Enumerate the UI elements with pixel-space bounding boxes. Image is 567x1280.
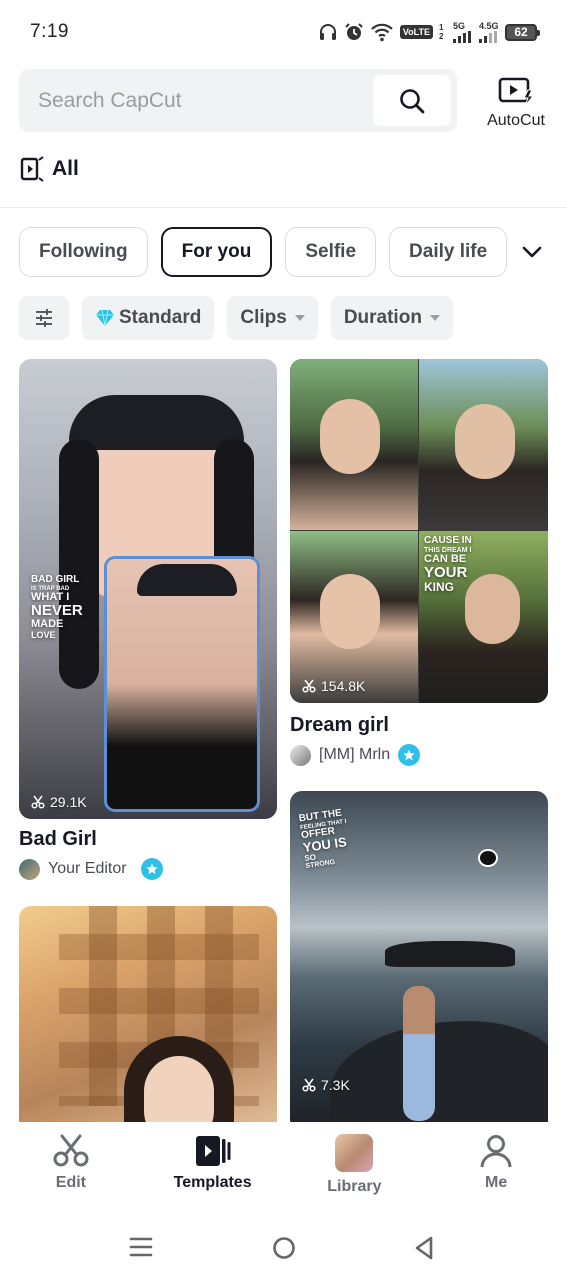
- nav-library[interactable]: Library: [284, 1122, 426, 1208]
- filter-bar: Standard Clips Duration: [19, 296, 453, 340]
- edit-scissors-icon: [53, 1134, 89, 1167]
- overlay-text: BAD GIRL IS TRAP BAD WHAT I NEVER MADE L…: [31, 574, 83, 640]
- photo-inset-bandana: [137, 564, 237, 596]
- sticker-icon: [478, 849, 498, 867]
- photo-bandana: [69, 395, 244, 450]
- nav-templates[interactable]: Templates: [142, 1122, 284, 1208]
- wifi-icon: [370, 22, 394, 42]
- caret-down-icon: [294, 315, 305, 321]
- header-divider: [0, 207, 567, 208]
- photo-face: [144, 1056, 214, 1122]
- status-bar: 7:19 VoLTE 1 2 5G 4.5G 62: [0, 0, 567, 64]
- autocut-button[interactable]: AutoCut: [480, 76, 552, 130]
- scissors-icon: [302, 1078, 316, 1092]
- filter-standard-label: Standard: [119, 307, 202, 328]
- template-feed: BAD GIRL IS TRAP BAD WHAT I NEVER MADE L…: [0, 359, 567, 1122]
- nav-me-label: Me: [485, 1174, 508, 1191]
- tab-selfie[interactable]: Selfie: [285, 227, 377, 277]
- filter-standard[interactable]: Standard: [82, 296, 215, 340]
- nav-templates-label: Templates: [173, 1174, 252, 1191]
- filter-clips-label: Clips: [240, 307, 287, 328]
- template-author[interactable]: [MM] Mrln: [290, 744, 421, 766]
- signal-4g: 4.5G: [479, 21, 499, 43]
- nav-me[interactable]: Me: [425, 1122, 567, 1208]
- headphones-icon: [318, 22, 338, 42]
- home-icon[interactable]: [272, 1236, 296, 1260]
- usage-count: 7.3K: [302, 1077, 350, 1093]
- tab-following[interactable]: Following: [19, 227, 148, 277]
- overlay-text: CAUSE IN THIS DREAM I CAN BE YOUR KING: [424, 535, 472, 595]
- recent-apps-icon[interactable]: [129, 1236, 153, 1258]
- person-icon: [480, 1135, 512, 1168]
- verified-badge-icon: [140, 858, 163, 880]
- filter-settings-button[interactable]: [19, 296, 69, 340]
- autocut-icon: [498, 77, 534, 106]
- author-name: Your Editor: [48, 860, 127, 877]
- scissors-icon: [302, 679, 316, 693]
- search-button[interactable]: [373, 75, 451, 126]
- templates-icon: [195, 1136, 231, 1166]
- overlay-text: BUT THE FEELING THAT I OFFER YOU IS SO S…: [298, 807, 348, 871]
- template-card-thumbnail[interactable]: BUT THE FEELING THAT I OFFER YOU IS SO S…: [290, 791, 548, 1122]
- photo-rock: [330, 1021, 548, 1122]
- photo-face: [320, 399, 380, 474]
- usage-count: 29.1K: [31, 794, 87, 810]
- all-filter[interactable]: All: [20, 156, 79, 182]
- signal-5g: 5G: [453, 21, 473, 43]
- status-time: 7:19: [30, 21, 69, 42]
- nav-edit-label: Edit: [55, 1174, 86, 1191]
- sim-slots: 1 2: [439, 23, 444, 41]
- author-name: [MM] Mrln: [319, 746, 391, 763]
- door-icon: [20, 156, 44, 182]
- library-thumbnail: [335, 1134, 374, 1172]
- all-label: All: [52, 157, 79, 180]
- photo-face: [465, 574, 520, 644]
- tab-for-you[interactable]: For you: [160, 227, 273, 277]
- template-card-thumbnail[interactable]: CAUSE IN THIS DREAM I CAN BE YOUR KING 1…: [290, 359, 548, 703]
- caret-down-icon: [429, 315, 440, 321]
- category-tabs: Following For you Selfie Daily life: [19, 227, 519, 277]
- scissors-icon: [31, 795, 45, 809]
- avatar: [290, 744, 311, 766]
- photo-face: [320, 574, 380, 649]
- avatar: [19, 858, 40, 880]
- volte-badge: VoLTE: [399, 25, 433, 39]
- usage-count: 154.8K: [302, 678, 365, 694]
- battery-icon: 62: [505, 23, 540, 41]
- search-box: [19, 69, 457, 132]
- photo-face: [455, 404, 515, 479]
- bottom-nav: Edit Templates Library Me: [0, 1122, 567, 1208]
- tab-daily-life[interactable]: Daily life: [389, 227, 508, 277]
- photo-subject: [403, 986, 435, 1121]
- back-icon[interactable]: [413, 1236, 435, 1260]
- diamond-icon: [96, 309, 114, 327]
- filter-duration[interactable]: Duration: [330, 296, 453, 340]
- template-author[interactable]: Your Editor: [19, 858, 163, 880]
- filter-sliders-icon: [36, 309, 52, 327]
- search-icon: [400, 88, 425, 113]
- photo-hair: [59, 439, 99, 689]
- template-title[interactable]: Dream girl: [290, 714, 389, 737]
- status-icons: VoLTE 1 2 5G 4.5G 62: [318, 20, 540, 44]
- autocut-label: AutoCut: [487, 112, 545, 129]
- filter-clips[interactable]: Clips: [227, 296, 318, 340]
- search-input[interactable]: [19, 69, 369, 132]
- chevron-down-icon[interactable]: [518, 238, 546, 266]
- template-title[interactable]: Bad Girl: [19, 828, 97, 851]
- photo-inset: [107, 559, 257, 809]
- verified-badge-icon: [398, 744, 421, 766]
- nav-library-label: Library: [327, 1178, 382, 1195]
- alarm-icon: [344, 22, 364, 42]
- template-card-thumbnail[interactable]: BAD GIRL IS TRAP BAD WHAT I NEVER MADE L…: [19, 359, 277, 819]
- photo-rock: [385, 941, 515, 967]
- nav-edit[interactable]: Edit: [0, 1122, 142, 1208]
- system-nav-bar: [0, 1208, 567, 1280]
- filter-duration-label: Duration: [343, 307, 422, 328]
- template-card-thumbnail[interactable]: [19, 906, 277, 1122]
